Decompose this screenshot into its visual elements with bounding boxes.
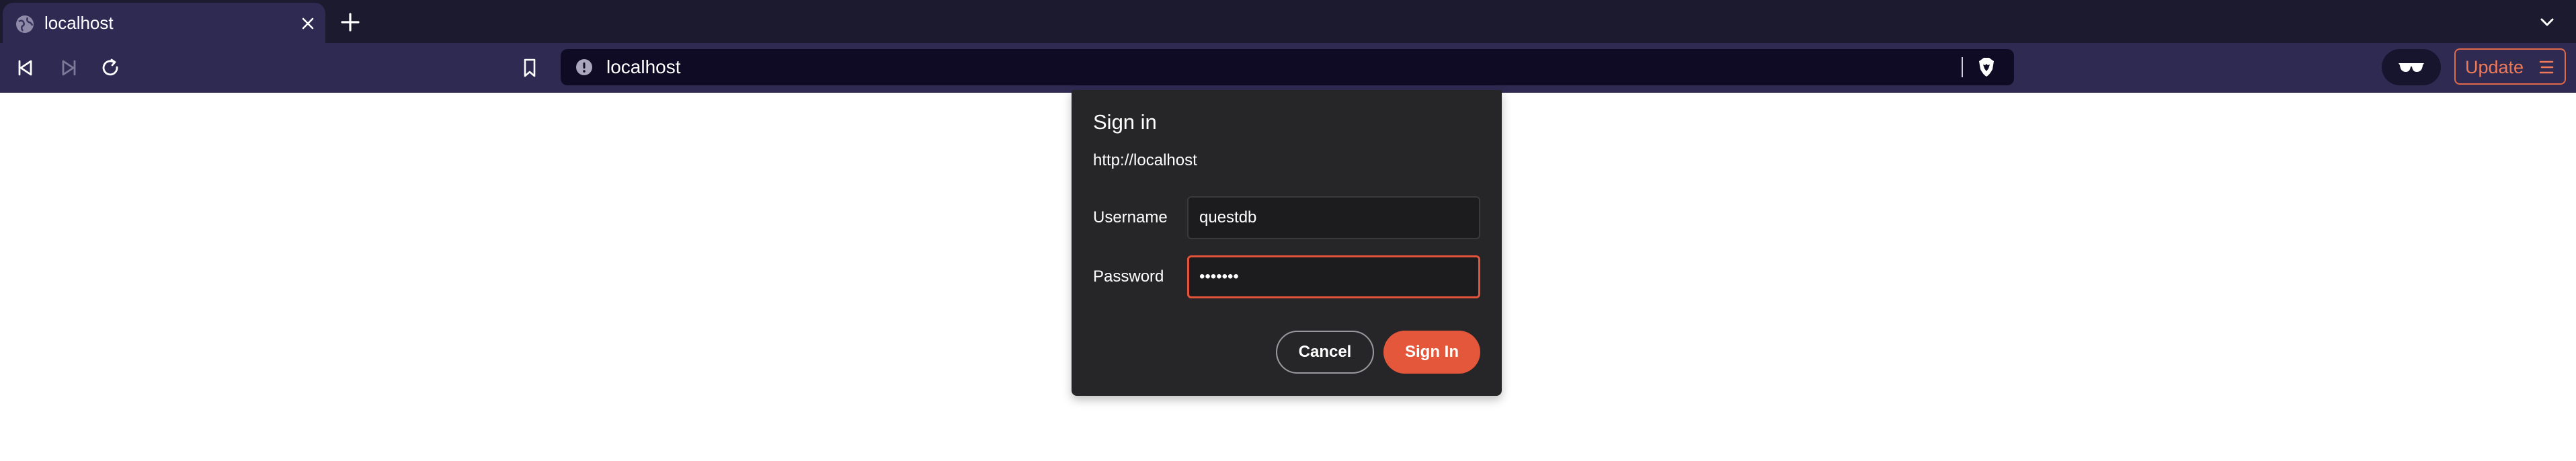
password-label: Password: [1093, 267, 1164, 286]
brave-shield-icon[interactable]: [1975, 56, 1998, 79]
menu-icon: [2538, 58, 2555, 77]
new-tab-plus-icon[interactable]: [339, 11, 362, 34]
url-text[interactable]: localhost: [606, 56, 681, 78]
password-field[interactable]: [1187, 255, 1480, 298]
private-window-button[interactable]: [2382, 49, 2441, 85]
reload-icon[interactable]: [99, 56, 122, 79]
tab-strip: localhost: [0, 0, 2576, 43]
update-button[interactable]: Update: [2454, 48, 2566, 85]
chevron-down-icon[interactable]: [2537, 12, 2557, 32]
tab-title: localhost: [44, 13, 114, 33]
dialog-title: Sign in: [1093, 110, 1157, 134]
site-info-icon[interactable]: [575, 58, 593, 76]
tab-localhost[interactable]: localhost: [3, 3, 325, 43]
update-label: Update: [2465, 57, 2524, 77]
sign-in-dialog: Sign in http://localhost Username Passwo…: [1072, 90, 1502, 396]
glasses-icon: [2399, 63, 2424, 72]
forward-icon[interactable]: [56, 56, 79, 79]
bookmark-icon[interactable]: [519, 56, 540, 79]
close-icon[interactable]: [298, 14, 317, 33]
sign-in-button[interactable]: Sign In: [1383, 331, 1480, 374]
globe-icon: [15, 14, 35, 34]
browser-toolbar: localhost Update: [0, 43, 2576, 93]
dialog-origin: http://localhost: [1093, 151, 1197, 169]
username-field[interactable]: [1187, 196, 1480, 239]
username-label: Username: [1093, 208, 1168, 226]
address-bar[interactable]: localhost: [561, 49, 2014, 85]
cancel-button[interactable]: Cancel: [1276, 331, 1374, 374]
url-divider: [1962, 57, 1963, 77]
back-icon[interactable]: [15, 56, 38, 79]
